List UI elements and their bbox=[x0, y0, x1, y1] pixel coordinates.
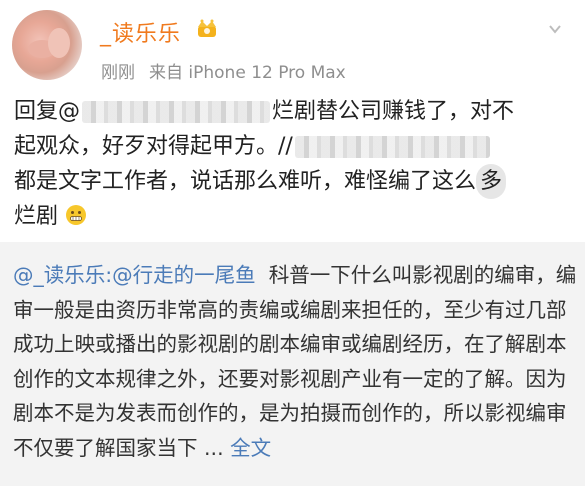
post-line: 都是文字工作者，说话那么难听，难怪编了这么多 bbox=[14, 164, 574, 199]
quoted-author-mention[interactable]: @_读乐乐 bbox=[13, 263, 105, 287]
post-meta: 刚刚 来自 iPhone 12 Pro Max bbox=[101, 58, 360, 83]
quoted-post[interactable]: @_读乐乐:@行走的一尾鱼 科普一下什么叫影视剧的编审，编审一般是由资历非常高的… bbox=[0, 242, 585, 486]
chevron-down-icon[interactable] bbox=[548, 22, 562, 36]
post-time: 刚刚 bbox=[101, 63, 135, 83]
avatar[interactable] bbox=[12, 10, 82, 80]
highlight-chip: 多 bbox=[476, 164, 507, 199]
post-line: 烂剧 bbox=[14, 199, 574, 234]
post-line: 起观众，好歹对得起甲方。// bbox=[14, 129, 574, 164]
reply-prefix: 回复@ bbox=[14, 99, 81, 124]
weibo-post: _读乐乐 刚刚 来自 iPhone 12 Pro Max 回复@ 烂剧替公司赚钱了，… bbox=[0, 0, 585, 242]
redacted-mention bbox=[82, 101, 271, 123]
post-line1-text: 烂剧替公司赚钱了，对不 bbox=[272, 99, 515, 124]
quoted-text: @_读乐乐:@行走的一尾鱼 科普一下什么叫影视剧的编审，编审一般是由资历非常高的… bbox=[13, 258, 578, 465]
post-line2-text: 起观众，好歹对得起甲方。// bbox=[14, 134, 293, 159]
post-line4-text: 烂剧 bbox=[14, 204, 59, 229]
read-more-link[interactable]: 全文 bbox=[230, 436, 271, 460]
post-line: 回复@ 烂剧替公司赚钱了，对不 bbox=[14, 94, 574, 129]
avatar-shape bbox=[48, 28, 70, 58]
crown-badge-icon bbox=[198, 19, 216, 37]
post-text: 回复@ 烂剧替公司赚钱了，对不 起观众，好歹对得起甲方。// 都是文字工作者，说话… bbox=[14, 94, 574, 234]
grimace-emoji-icon bbox=[66, 205, 87, 225]
quoted-ellipsis: ... bbox=[204, 435, 224, 460]
quoted-body: 科普一下什么叫影视剧的编审，编审一般是由资历非常高的责编或编剧来担任的，至少有过… bbox=[13, 263, 577, 460]
author-name[interactable]: _读乐乐 bbox=[100, 16, 181, 48]
post-source: 来自 iPhone 12 Pro Max bbox=[149, 63, 346, 83]
quoted-original-mention[interactable]: :@行走的一尾鱼 bbox=[105, 263, 255, 287]
redacted-mention bbox=[294, 136, 490, 158]
post-line3-text: 都是文字工作者，说话那么难听，难怪编了这么 bbox=[14, 169, 477, 194]
